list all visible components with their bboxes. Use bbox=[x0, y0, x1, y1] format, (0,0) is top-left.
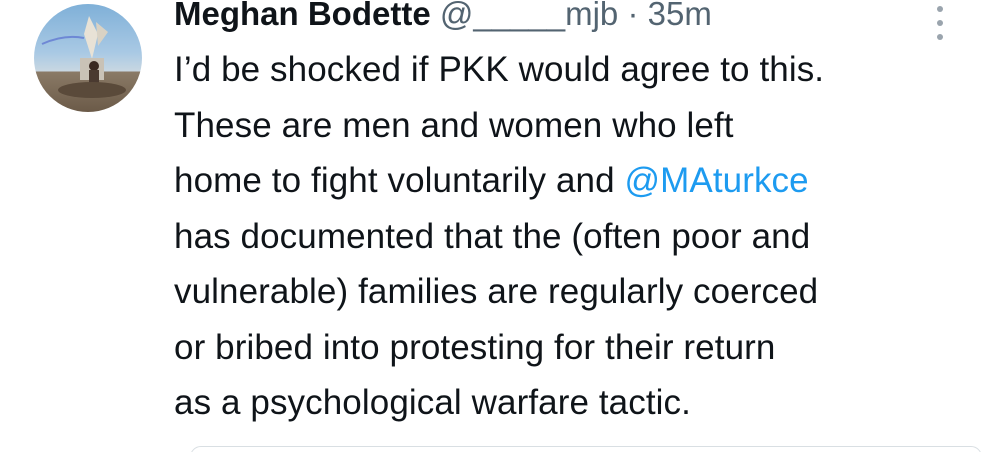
author-name[interactable]: Meghan Bodette bbox=[174, 0, 431, 32]
tweet-line-text: home to fight voluntarily and bbox=[174, 161, 625, 200]
tweet-header: Meghan Bodette @_____mjb · 35m bbox=[174, 0, 712, 34]
tweet-line: vulnerable) families are regularly coerc… bbox=[174, 272, 819, 311]
tweet-line: home to fight voluntarily and @MAturkce bbox=[174, 153, 974, 209]
tweet-line: I’d be shocked if PKK would agree to thi… bbox=[174, 50, 825, 89]
embedded-card[interactable] bbox=[190, 446, 982, 452]
tweet-line: as a psychological warfare tactic. bbox=[174, 383, 691, 422]
tweet[interactable]: Meghan Bodette @_____mjb · 35m I’d be sh… bbox=[0, 0, 1000, 452]
tweet-text: I’d be shocked if PKK would agree to thi… bbox=[174, 42, 974, 431]
tweet-line: has documented that the (often poor and bbox=[174, 216, 811, 256]
separator-dot: · bbox=[627, 0, 639, 32]
author-handle[interactable]: @_____mjb bbox=[440, 0, 618, 32]
avatar[interactable] bbox=[34, 4, 142, 112]
tweet-time[interactable]: 35m bbox=[648, 0, 712, 32]
more-vertical-icon[interactable] bbox=[934, 6, 946, 42]
avatar-image bbox=[41, 16, 126, 98]
mention-link[interactable]: @MAturkce bbox=[624, 161, 808, 200]
tweet-line: or bribed into protesting for their retu… bbox=[174, 327, 776, 367]
tweet-line: These are men and women who left bbox=[174, 105, 734, 145]
